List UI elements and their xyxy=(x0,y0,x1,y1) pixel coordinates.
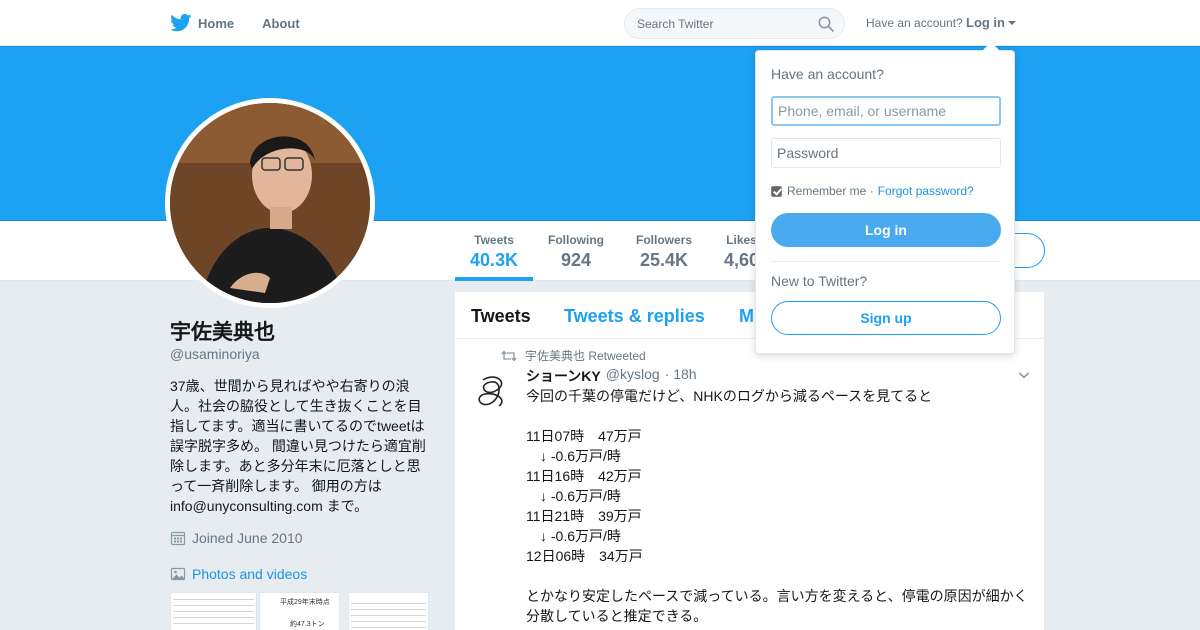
new-to-twitter-text: New to Twitter? xyxy=(771,273,868,289)
stat-label: Followers xyxy=(636,233,693,247)
photos-label: Photos and videos xyxy=(192,566,308,582)
profile-handle[interactable]: @usaminoriya xyxy=(170,346,260,362)
profile-name: 宇佐美典也 xyxy=(170,321,275,344)
stat-likes[interactable]: Likes 4,60 xyxy=(724,233,759,271)
stat-followers[interactable]: Followers 25.4K xyxy=(636,233,692,271)
top-navigation-bar: Home About Have an account? Log in xyxy=(0,0,1200,46)
thumbnail-subtitle: 約47.3トン xyxy=(290,621,325,628)
stat-value: 25.4K xyxy=(639,250,689,270)
retweet-context: 宇佐美典也 Retweeted xyxy=(501,347,646,364)
stat-value: 40.3K xyxy=(470,250,519,270)
login-button[interactable]: Log in xyxy=(771,213,1001,247)
home-link[interactable]: Home xyxy=(170,14,234,32)
avatar-portrait xyxy=(170,103,370,303)
search-input[interactable] xyxy=(625,9,805,38)
stat-value: 4,60 xyxy=(724,250,760,270)
caret-down-icon xyxy=(1008,20,1016,25)
password-field[interactable] xyxy=(771,138,1001,168)
tweet-author-avatar[interactable] xyxy=(471,370,513,412)
signup-button[interactable]: Sign up xyxy=(771,301,1001,335)
stat-label: Tweets xyxy=(474,233,514,247)
active-stat-underline xyxy=(455,277,533,281)
tweet-header: ショーンKY @kyslog · 18h xyxy=(526,366,697,386)
photo-thumbnail[interactable] xyxy=(348,592,429,630)
profile-joined: Joined June 2010 xyxy=(170,530,303,546)
login-dropdown-toggle[interactable]: Log in xyxy=(966,15,1016,30)
search-icon[interactable] xyxy=(818,16,834,32)
account-prompt: Have an account? xyxy=(866,16,963,30)
forgot-password-link[interactable]: Forgot password? xyxy=(878,184,974,198)
home-label: Home xyxy=(198,15,235,31)
retweet-icon xyxy=(501,350,517,361)
about-link[interactable]: About xyxy=(262,16,300,31)
image-icon xyxy=(170,567,186,581)
stat-value: 924 xyxy=(560,250,592,270)
stat-label: Likes xyxy=(726,233,757,247)
nav-left: Home About xyxy=(170,0,300,46)
tab-tweets-and-replies[interactable]: Tweets & replies xyxy=(564,306,705,327)
tab-tweets[interactable]: Tweets xyxy=(471,306,531,327)
photo-thumbnail[interactable] xyxy=(170,592,257,630)
retweeted-by[interactable]: 宇佐美典也 Retweeted xyxy=(525,347,646,364)
login-toggle-label: Log in xyxy=(966,15,1005,30)
scribble-logo-avatar xyxy=(478,376,503,407)
thumbnail-table-lines xyxy=(351,603,426,630)
stat-tweets[interactable]: Tweets 40.3K xyxy=(470,233,518,271)
dropdown-title: Have an account? xyxy=(771,66,884,82)
tweet-author-handle[interactable]: @kyslog xyxy=(606,366,660,386)
photo-thumbnail[interactable]: 平成29年末時点 約47.3トン xyxy=(259,592,340,630)
username-field[interactable] xyxy=(771,96,1001,126)
search-box xyxy=(624,8,845,39)
remember-me-label: Remember me · xyxy=(787,184,874,198)
joined-text: Joined June 2010 xyxy=(192,530,303,546)
tweet-author-name[interactable]: ショーンKY xyxy=(526,366,601,386)
photos-and-videos-link[interactable]: Photos and videos xyxy=(170,566,307,582)
chevron-down-icon[interactable] xyxy=(1018,369,1030,381)
remember-me-checkbox[interactable] xyxy=(771,185,782,197)
tweet-time[interactable]: · 18h xyxy=(665,366,697,386)
stat-label: Following xyxy=(548,233,604,247)
login-dropdown: Have an account? Remember me · Forgot pa… xyxy=(755,42,1015,354)
tab-media[interactable]: M xyxy=(739,306,754,327)
remember-row: Remember me · Forgot password? xyxy=(771,184,974,198)
twitter-bird-icon xyxy=(170,14,192,32)
avatar[interactable] xyxy=(170,103,370,303)
divider xyxy=(771,261,1001,262)
profile-bio: 37歳、世間から見ればやや右寄りの浪 人。社会の脇役として生き抜くことを目 指し… xyxy=(170,378,426,514)
tweet-text: 今回の千葉の停電だけど、NHKのログから減るペースを見てると 11日07時 47… xyxy=(526,388,1028,624)
thumbnail-title: 平成29年末時点 xyxy=(280,599,330,606)
thumbnail-table-lines xyxy=(173,599,254,629)
calendar-icon xyxy=(170,531,186,546)
stat-following[interactable]: Following 924 xyxy=(548,233,604,271)
